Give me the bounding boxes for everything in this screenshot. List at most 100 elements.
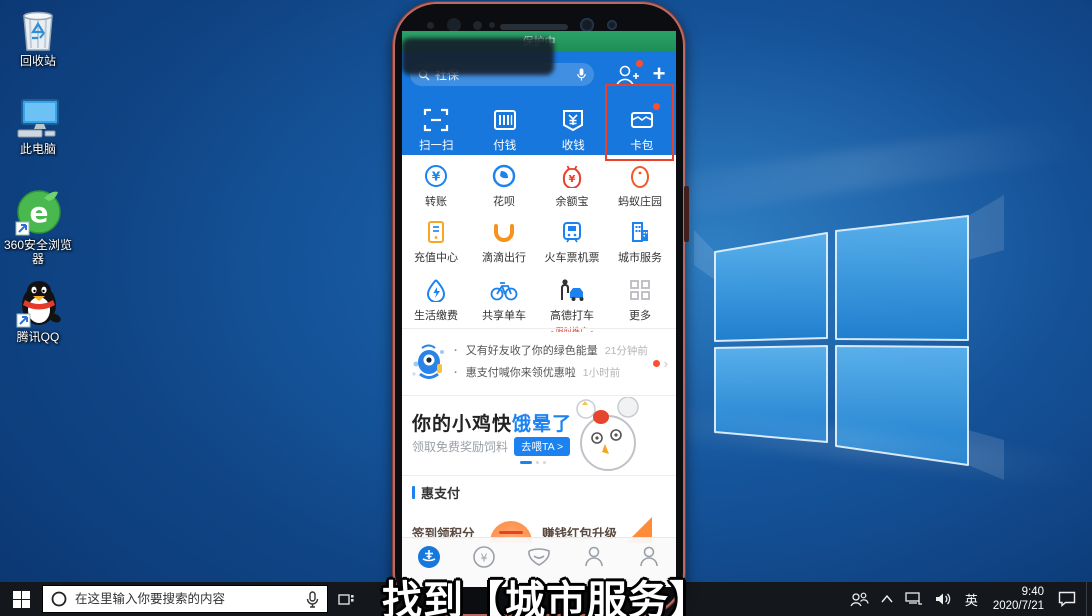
- notification-dot: [636, 60, 643, 67]
- speaker-icon: [935, 592, 952, 606]
- voice-search-icon[interactable]: [577, 68, 586, 81]
- desktop-icon-label: 360安全浏览器: [0, 239, 76, 267]
- svg-text:¥: ¥: [481, 552, 488, 565]
- carousel-dots: [520, 461, 546, 464]
- app-label: 充值中心: [402, 249, 470, 265]
- 360-browser-icon: e: [0, 190, 76, 236]
- app-label: 滴滴出行: [470, 249, 538, 265]
- yuebao-icon: ¥: [561, 164, 583, 188]
- ant-mascot-icon: [410, 342, 448, 389]
- blurred-region: [402, 38, 554, 75]
- svg-text:¥: ¥: [569, 174, 576, 185]
- desktop-icon-tencent-qq[interactable]: 腾讯QQ: [0, 282, 76, 345]
- search-input[interactable]: [75, 592, 298, 606]
- divider: [402, 475, 676, 476]
- app-recharge-center[interactable]: 充值中心: [402, 219, 470, 265]
- phone-sensor-dot: [473, 21, 482, 30]
- section-accent-bar: [412, 486, 415, 499]
- app-didi[interactable]: 滴滴出行: [470, 219, 538, 265]
- highlight-box-city-service: [605, 84, 674, 161]
- city-service-icon: [628, 220, 652, 244]
- ime-indicator[interactable]: 英: [958, 590, 985, 609]
- action-center-button[interactable]: [1052, 582, 1082, 616]
- app-transfer[interactable]: ¥ 转账: [402, 163, 470, 209]
- system-tray: 英 9:40 2020/7/21: [843, 582, 1092, 616]
- quick-action-pay[interactable]: 付钱: [471, 107, 540, 155]
- desktop-icon-label: 腾讯QQ: [0, 331, 76, 345]
- wealth-icon: ¥: [472, 545, 496, 569]
- ant-manor-icon: [630, 164, 650, 188]
- svg-text:¥: ¥: [432, 170, 441, 184]
- phone-mirror: 保护中 社保: [393, 2, 685, 616]
- desktop-icon-label: 此电脑: [0, 143, 76, 157]
- qq-penguin-icon: [0, 282, 76, 328]
- svg-text:e: e: [30, 196, 49, 229]
- desktop-icon-this-pc[interactable]: 此电脑: [0, 94, 76, 157]
- app-label: 共享单车: [470, 307, 538, 323]
- app-label: 火车票机票: [538, 249, 606, 265]
- desktop-icon-recycle-bin[interactable]: 回收站: [0, 6, 76, 69]
- volume-button[interactable]: [929, 582, 958, 616]
- app-label: 余额宝: [538, 193, 606, 209]
- transfer-icon: ¥: [424, 164, 448, 188]
- notification-time: 21分钟前: [605, 345, 648, 357]
- app-yuebao[interactable]: ¥ 余额宝: [538, 163, 606, 209]
- clock-date: 2020/7/21: [993, 599, 1044, 613]
- desktop-icon-label: 回收站: [0, 55, 76, 69]
- start-button[interactable]: [0, 582, 42, 616]
- app-label: 更多: [606, 307, 674, 323]
- app-train-tickets[interactable]: 火车票机票: [538, 219, 606, 265]
- app-city-service[interactable]: 城市服务: [606, 219, 674, 265]
- notification-dot: [653, 360, 660, 367]
- task-view-button[interactable]: [328, 582, 364, 616]
- divider: [402, 395, 676, 396]
- search-mic-icon[interactable]: [306, 591, 319, 608]
- recharge-icon: [425, 220, 447, 244]
- screen: 回收站 此电脑 e 360安全浏览器: [0, 0, 1092, 616]
- divider: [402, 328, 676, 329]
- people-button[interactable]: [843, 582, 875, 616]
- notification-more[interactable]: ›: [653, 356, 668, 371]
- subtitle-caption: 找到【城市服务】: [382, 568, 710, 616]
- app-more[interactable]: 更多: [606, 277, 674, 323]
- friends-icon: [583, 545, 605, 569]
- notification-line[interactable]: 又有好友收了你的绿色能量21分钟前: [454, 340, 634, 362]
- quick-action-collect[interactable]: 收钱: [539, 107, 608, 155]
- section-header: 惠支付: [412, 483, 460, 502]
- alipay-home-icon: [417, 545, 441, 569]
- recycle-bin-icon: [0, 6, 76, 52]
- app-utility-bills[interactable]: 生活缴费: [402, 277, 470, 323]
- tray-chevron-button[interactable]: [875, 582, 899, 616]
- ethernet-icon: [905, 592, 923, 606]
- didi-icon: [492, 220, 516, 244]
- notification-line[interactable]: 惠支付喊你来领优惠啦1小时前: [454, 362, 634, 384]
- taxi-icon: [558, 278, 586, 302]
- show-desktop-button[interactable]: [1086, 582, 1092, 616]
- app-label: 生活缴费: [402, 307, 470, 323]
- banner-title: 你的小鸡快饿晕了: [412, 409, 572, 436]
- quick-action-label: 扫一扫: [419, 137, 454, 153]
- desktop-icon-360-browser[interactable]: e 360安全浏览器: [0, 190, 76, 267]
- phone-sensor-dot: [489, 22, 495, 28]
- notification-text: 惠支付喊你来领优惠啦: [466, 367, 576, 379]
- taskbar-clock[interactable]: 9:40 2020/7/21: [985, 585, 1052, 614]
- quick-action-scan[interactable]: 扫一扫: [402, 107, 471, 155]
- notification-card[interactable]: 又有好友收了你的绿色能量21分钟前 惠支付喊你来领优惠啦1小时前 ›: [402, 332, 676, 394]
- taskbar-search-box[interactable]: [42, 585, 328, 613]
- notification-text: 又有好友收了你的绿色能量: [466, 345, 598, 357]
- network-button[interactable]: [899, 582, 929, 616]
- action-center-icon: [1058, 591, 1076, 607]
- app-grid: ¥ 转账 花呗 ¥ 余额宝: [402, 155, 676, 331]
- huabei-icon: [492, 164, 516, 188]
- people-icon: [849, 592, 869, 607]
- quick-action-label: 收钱: [562, 137, 585, 153]
- scan-icon: [423, 107, 449, 133]
- clock-time: 9:40: [993, 585, 1044, 599]
- koubei-smile-icon: [526, 545, 552, 569]
- me-icon: [638, 545, 660, 569]
- app-shared-bike[interactable]: 共享单车: [470, 277, 538, 323]
- ant-manor-banner[interactable]: 你的小鸡快饿晕了 领取免费奖励饲料 去喂TA >: [402, 397, 676, 473]
- app-huabei[interactable]: 花呗: [470, 163, 538, 209]
- phone-front-camera-2: [607, 20, 617, 30]
- app-ant-manor[interactable]: 蚂蚁庄园: [606, 163, 674, 209]
